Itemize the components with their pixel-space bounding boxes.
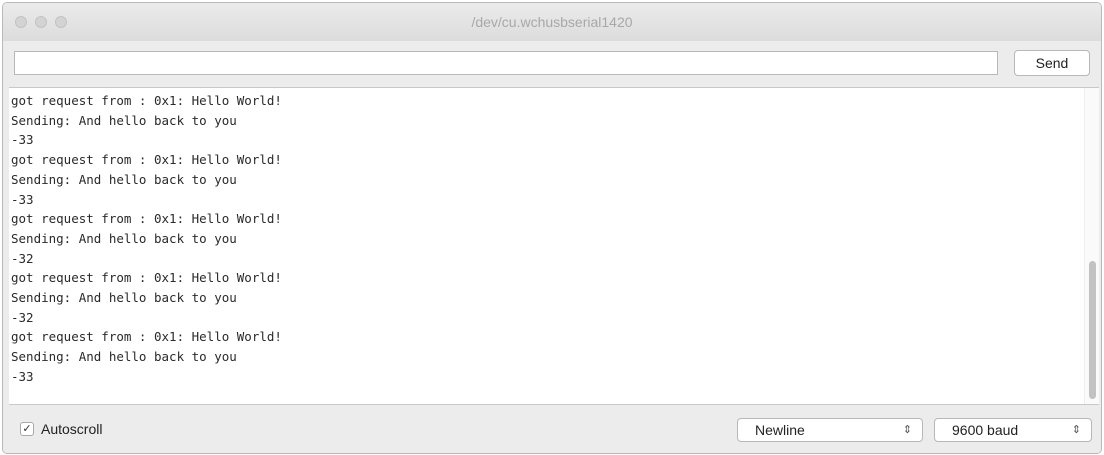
baud-rate-select[interactable]: 9600 baud ⇕ bbox=[934, 418, 1092, 442]
updown-chevron-icon: ⇕ bbox=[902, 424, 912, 436]
output-line: -33 bbox=[11, 191, 34, 207]
output-line: Sending: And hello back to you bbox=[11, 230, 237, 246]
serial-output-area[interactable]: got request from : 0x1: Hello World! Send… bbox=[9, 87, 1099, 405]
baud-rate-value: 9600 baud bbox=[952, 422, 1019, 438]
serial-monitor-window: /dev/cu.wchusbserial1420 Send got reques… bbox=[2, 2, 1102, 454]
checkmark-icon[interactable]: ✓ bbox=[20, 422, 34, 436]
output-line: Sending: And hello back to you bbox=[11, 349, 237, 365]
send-row: Send bbox=[3, 41, 1101, 86]
vertical-scrollbar[interactable] bbox=[1084, 88, 1099, 404]
output-line: -33 bbox=[11, 132, 34, 148]
output-line: got request from : 0x1: Hello World! bbox=[11, 93, 282, 108]
bottom-toolbar: ✓ Autoscroll Newline ⇕ 9600 baud ⇕ bbox=[3, 407, 1101, 453]
title-bar: /dev/cu.wchusbserial1420 bbox=[3, 3, 1101, 42]
autoscroll-checkbox[interactable]: ✓ Autoscroll bbox=[20, 421, 102, 437]
output-line: -33 bbox=[11, 368, 34, 384]
serial-input-field[interactable] bbox=[14, 51, 998, 75]
line-ending-select[interactable]: Newline ⇕ bbox=[737, 418, 923, 442]
output-line: got request from : 0x1: Hello World! bbox=[11, 152, 282, 168]
line-ending-value: Newline bbox=[755, 422, 805, 438]
scrollbar-thumb[interactable] bbox=[1089, 261, 1096, 399]
serial-output-text: got request from : 0x1: Hello World! Send… bbox=[11, 91, 1079, 387]
output-line: -32 bbox=[11, 250, 34, 266]
output-line: got request from : 0x1: Hello World! bbox=[11, 329, 282, 345]
window-title: /dev/cu.wchusbserial1420 bbox=[471, 14, 633, 30]
output-line: Sending: And hello back to you bbox=[11, 171, 237, 187]
output-line: Sending: And hello back to you bbox=[11, 112, 237, 128]
send-button[interactable]: Send bbox=[1014, 50, 1090, 76]
autoscroll-label: Autoscroll bbox=[41, 421, 103, 437]
output-line: got request from : 0x1: Hello World! bbox=[11, 270, 282, 286]
output-line: -32 bbox=[11, 309, 34, 325]
updown-chevron-icon: ⇕ bbox=[1071, 424, 1081, 436]
output-line: Sending: And hello back to you bbox=[11, 290, 237, 306]
output-line: got request from : 0x1: Hello World! bbox=[11, 211, 282, 227]
